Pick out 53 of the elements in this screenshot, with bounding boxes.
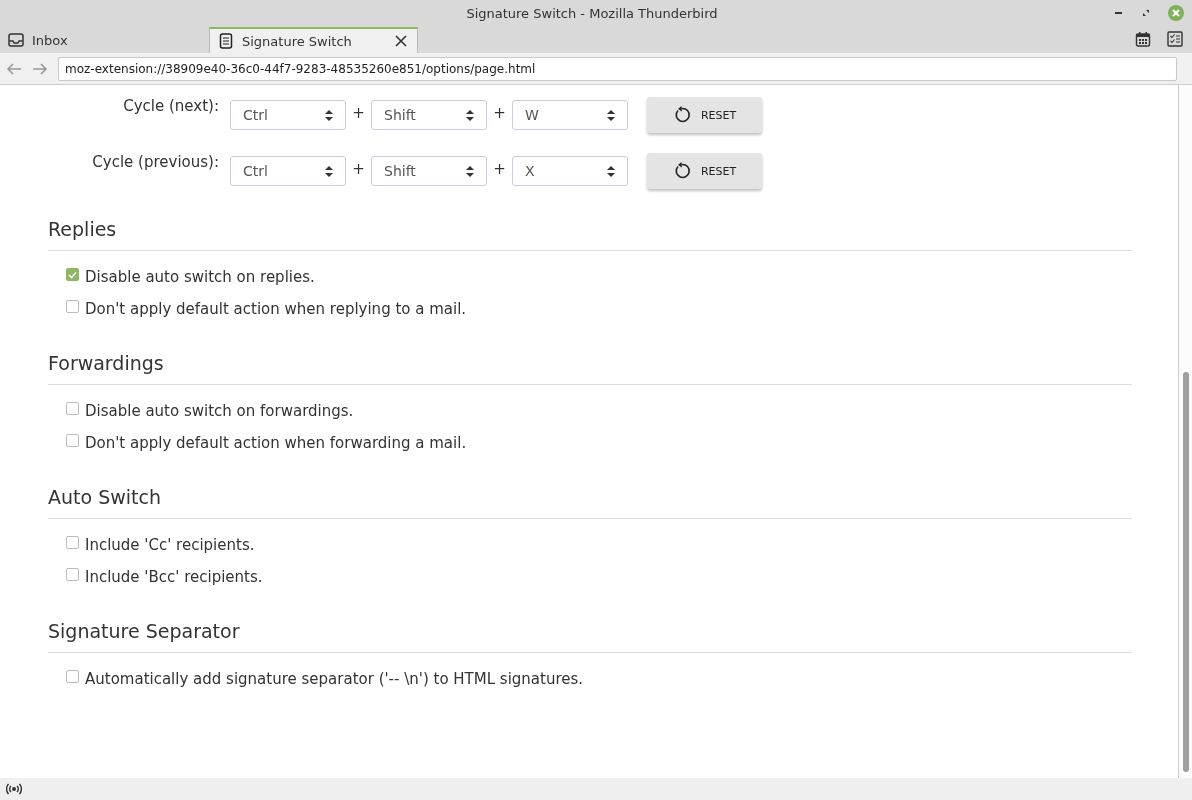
close-icon[interactable]	[395, 35, 407, 47]
sort-caret-icon	[607, 165, 615, 177]
sort-caret-icon	[466, 109, 474, 121]
checkbox[interactable]	[66, 536, 79, 549]
checkbox[interactable]	[66, 434, 79, 447]
checkbox[interactable]	[66, 300, 79, 313]
sort-caret-icon	[325, 165, 333, 177]
key-dropdown[interactable]: Shift	[371, 100, 487, 130]
section-heading: Replies	[48, 218, 1132, 251]
tab-label: Signature Switch	[242, 33, 353, 49]
sort-caret-icon	[325, 109, 333, 121]
checkbox-label: Automatically add signature separator ('-- \n') to HTML signatures.	[85, 669, 584, 688]
key-dropdown[interactable]: Ctrl	[230, 156, 346, 186]
key-dropdown[interactable]: X	[512, 156, 628, 186]
restore-icon[interactable]	[1141, 8, 1151, 18]
plus-sign: +	[351, 160, 366, 178]
online-status-icon[interactable]	[6, 783, 22, 795]
checkbox-label: Don't apply default action when forwarding a mail.	[85, 433, 467, 452]
checkbox-label: Include 'Bcc' recipients.	[85, 567, 263, 586]
task-list-icon[interactable]	[1167, 31, 1183, 47]
checkbox[interactable]	[66, 268, 79, 281]
window-title: Signature Switch - Mozilla Thunderbird	[466, 5, 718, 21]
sort-caret-icon	[607, 109, 615, 121]
forward-arrow-icon[interactable]	[32, 61, 48, 76]
document-icon	[218, 33, 234, 49]
section-heading: Signature Separator	[48, 620, 1132, 653]
inbox-icon	[8, 32, 24, 48]
checkbox[interactable]	[66, 568, 79, 581]
checkbox[interactable]	[66, 402, 79, 415]
calendar-icon[interactable]	[1135, 31, 1151, 47]
plus-sign: +	[492, 104, 507, 122]
back-arrow-icon[interactable]	[6, 61, 22, 76]
checkbox-label: Don't apply default action when replying to a mail.	[85, 299, 467, 318]
checkbox-label: Disable auto switch on forwardings.	[85, 401, 354, 420]
shortcut-label: Cycle (next):	[122, 97, 220, 115]
checkbox-label: Include 'Cc' recipients.	[85, 535, 255, 554]
sort-caret-icon	[466, 165, 474, 177]
plus-sign: +	[492, 160, 507, 178]
address-field[interactable]: moz-extension://38909e40-36c0-44f7-9283-48535260e851/options/page.html	[58, 56, 1177, 81]
section-heading: Auto Switch	[48, 486, 1132, 519]
key-dropdown[interactable]: Ctrl	[230, 100, 346, 130]
reset-button[interactable]: RESET	[647, 97, 762, 133]
tab[interactable]: Inbox	[0, 27, 209, 53]
tab[interactable]: Signature Switch	[209, 27, 418, 53]
section-heading: Forwardings	[48, 352, 1132, 385]
key-dropdown[interactable]: W	[512, 100, 628, 130]
tab-label: Inbox	[32, 32, 69, 48]
checkbox-label: Disable auto switch on replies.	[85, 267, 315, 286]
reset-button[interactable]: RESET	[647, 153, 762, 189]
shortcut-label: Cycle (previous):	[91, 153, 220, 171]
checkbox[interactable]	[66, 670, 79, 683]
plus-sign: +	[351, 104, 366, 122]
key-dropdown[interactable]: Shift	[371, 156, 487, 186]
